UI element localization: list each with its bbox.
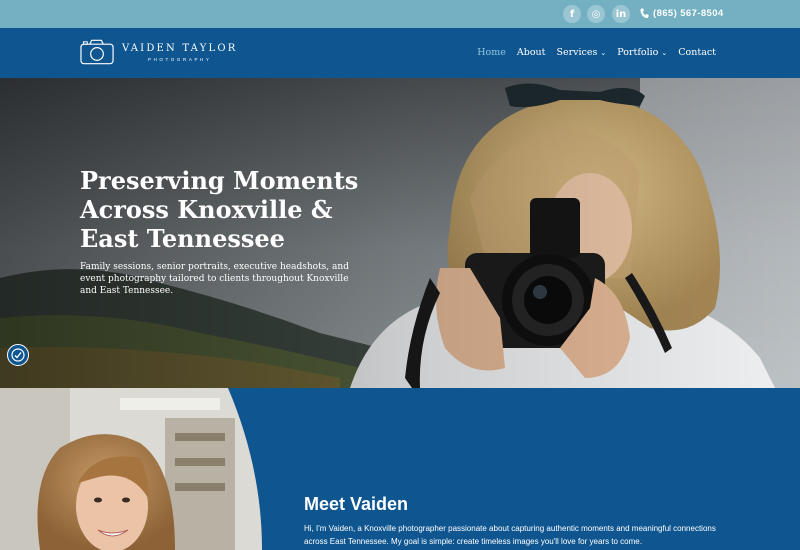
facebook-icon[interactable]: f	[563, 5, 581, 23]
phone-number: (865) 567-8504	[653, 8, 724, 19]
camera-logo-icon	[80, 39, 114, 65]
nav-about[interactable]: About	[517, 47, 546, 58]
chevron-down-icon: ⌄	[600, 48, 607, 57]
facebook-glyph: f	[569, 8, 575, 20]
site-header: VAIDEN TAYLOR PHOTOGRAPHY Home About Ser…	[0, 28, 800, 78]
hero-title: Preserving Moments Across Knoxville & Ea…	[80, 166, 370, 253]
portrait-photo	[0, 388, 262, 550]
brand-tagline: PHOTOGRAPHY	[147, 56, 212, 62]
accessibility-icon	[11, 348, 25, 362]
nav-home[interactable]: Home	[477, 47, 506, 58]
nav-home-label: Home	[477, 47, 506, 58]
hero-title-line-3: East Tennessee	[80, 224, 285, 253]
phone-icon	[640, 8, 649, 19]
instagram-icon[interactable]: ◎	[587, 5, 605, 23]
linkedin-icon[interactable]: in	[612, 5, 630, 23]
hero-section: Preserving Moments Across Knoxville & Ea…	[0, 78, 800, 388]
nav-about-label: About	[516, 47, 546, 58]
hero-title-line-1: Preserving Moments	[80, 166, 359, 195]
linkedin-glyph: in	[615, 8, 627, 20]
instagram-glyph: ◎	[591, 8, 601, 20]
chevron-down-icon: ⌄	[661, 48, 668, 57]
brand-name: VAIDEN TAYLOR	[122, 42, 238, 54]
hero-subtitle: Family sessions, senior portraits, execu…	[80, 262, 349, 296]
nav-contact-label: Contact	[678, 47, 716, 58]
about-section: Meet Vaiden Hi, I'm Vaiden, a Knoxville …	[0, 388, 800, 550]
accessibility-button[interactable]	[7, 344, 29, 366]
top-bar: f ◎ in (865) 567-8504	[0, 0, 800, 28]
nav-services[interactable]: Services ⌄	[556, 47, 606, 58]
main-nav: Home About Services ⌄ Portfolio ⌄ Contact	[466, 47, 716, 58]
nav-portfolio[interactable]: Portfolio ⌄	[617, 47, 667, 58]
logo[interactable]: VAIDEN TAYLOR PHOTOGRAPHY	[80, 38, 237, 66]
logo-text: VAIDEN TAYLOR PHOTOGRAPHY	[122, 43, 237, 62]
nav-portfolio-label: Portfolio	[617, 47, 659, 58]
about-title: Meet Vaiden	[304, 494, 409, 514]
nav-contact[interactable]: Contact	[678, 47, 716, 58]
nav-services-label: Services	[556, 47, 598, 58]
about-text: Hi, I'm Vaiden, a Knoxville photographer…	[304, 524, 716, 546]
hero-title-line-2: Across Knoxville &	[80, 195, 333, 224]
phone-link[interactable]: (865) 567-8504	[640, 8, 724, 19]
